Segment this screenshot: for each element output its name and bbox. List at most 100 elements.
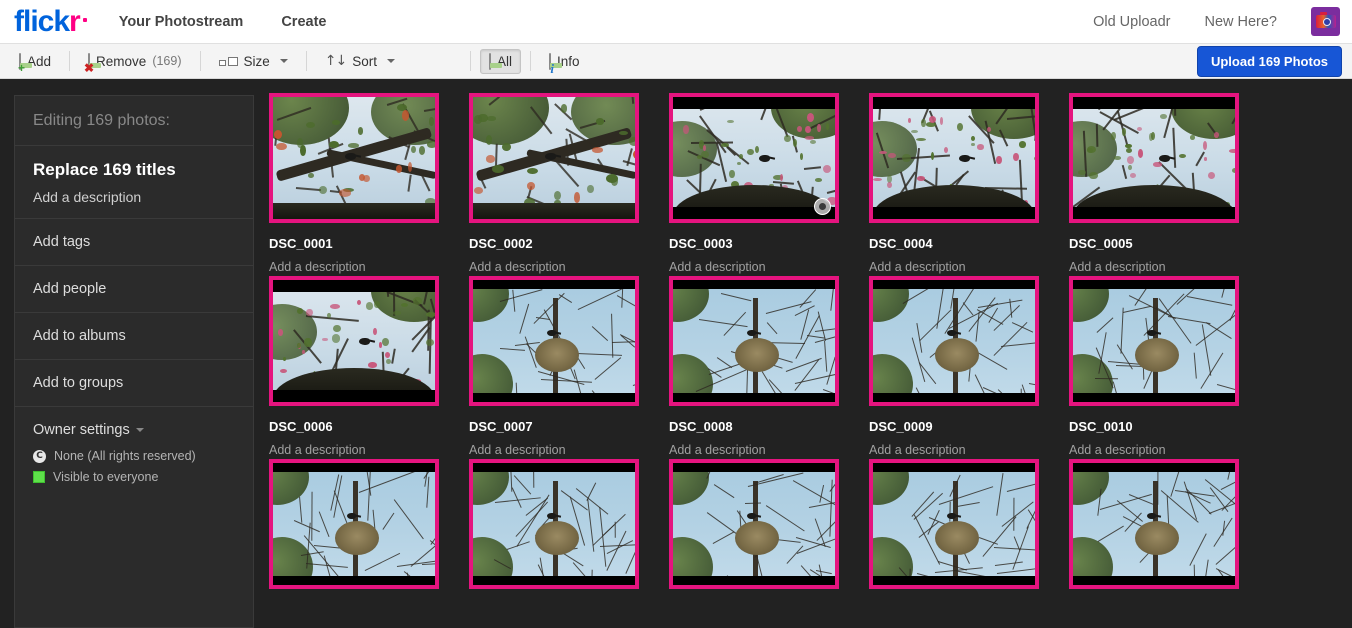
photo-title[interactable]: DSC_0005 [1069, 236, 1269, 251]
photo-thumbnail-wrapper [869, 274, 1069, 408]
add-button[interactable]: + Add [10, 49, 60, 74]
photo-grid-row [269, 457, 1352, 591]
photo-thumbnail[interactable] [669, 459, 839, 589]
photo-thumbnail[interactable] [669, 93, 839, 223]
photo-thumbnail-wrapper [469, 91, 669, 225]
camera-avatar-icon [1315, 12, 1336, 28]
owner-settings-toggle[interactable]: Owner settings [33, 422, 235, 438]
photo-description[interactable]: Add a description [269, 443, 469, 457]
toolbar-divider [69, 51, 71, 71]
sidebar-item-add-tags[interactable]: Add tags [15, 219, 253, 266]
flickr-logo[interactable]: flick r [14, 4, 87, 38]
sidebar-item-add-to-groups[interactable]: Add to groups [15, 360, 253, 407]
batch-edit-sidebar: Editing 169 photos: Replace 169 titles A… [14, 95, 254, 628]
sidebar-batch-group: Replace 169 titles Add a description [15, 146, 253, 219]
photo-title[interactable]: DSC_0009 [869, 419, 1069, 434]
remove-button[interactable]: ✖ Remove (169) [79, 49, 190, 74]
tab-info[interactable]: i Info [540, 49, 589, 75]
avatar[interactable] [1311, 7, 1340, 36]
nav-new-here[interactable]: New Here? [1204, 14, 1277, 30]
photo-thumbnail[interactable] [469, 93, 639, 223]
photo-thumbnail-wrapper [869, 457, 1069, 591]
logo-text-r: r [69, 4, 81, 38]
size-dropdown[interactable]: Size [210, 49, 297, 74]
photo-description[interactable]: Add a description [869, 443, 1069, 457]
chevron-down-icon [387, 59, 395, 63]
photo-thumbnail-wrapper [669, 274, 869, 408]
photo-title[interactable]: DSC_0002 [469, 236, 669, 251]
owner-visibility-label: Visible to everyone [53, 470, 159, 484]
photo-title[interactable]: DSC_0008 [669, 419, 869, 434]
nav-old-uploadr[interactable]: Old Uploadr [1093, 14, 1170, 30]
photo-thumbnail[interactable] [869, 93, 1039, 223]
photo-thumbnail-wrapper [869, 91, 1069, 225]
nav-create[interactable]: Create [281, 14, 326, 30]
photo-thumbnail-wrapper [1069, 274, 1269, 408]
photo-description[interactable]: Add a description [469, 443, 669, 457]
sidebar-item-add-people[interactable]: Add people [15, 266, 253, 313]
photo-grid-row: DSC_0001 Add a description DSC_0002 Add a d… [269, 91, 1352, 274]
photo-add-icon: + [18, 52, 25, 74]
photo-cell: DSC_0010 Add a description [1069, 274, 1269, 457]
chevron-down-icon [135, 428, 144, 432]
sidebar-add-description[interactable]: Add a description [33, 189, 235, 205]
photo-rotate-icon[interactable] [814, 198, 831, 215]
photo-thumbnail-wrapper [269, 457, 469, 591]
photo-thumbnail[interactable] [1069, 93, 1239, 223]
photo-title[interactable]: DSC_0001 [269, 236, 469, 251]
photo-thumbnail[interactable] [1069, 276, 1239, 406]
owner-settings-section: Owner settings C None (All rights reserv… [15, 407, 253, 503]
top-header: flick r Your Photostream Create Old Uploa… [0, 0, 1352, 44]
photo-thumbnail[interactable] [869, 459, 1039, 589]
toolbar-divider [530, 51, 532, 71]
size-rectangles-icon [218, 56, 238, 66]
photo-thumbnail-wrapper [469, 274, 669, 408]
photo-thumbnail-wrapper [669, 457, 869, 591]
photo-description[interactable]: Add a description [469, 260, 669, 274]
editor-toolbar: + Add ✖ Remove (169) Size ↑↓ Sort All i … [0, 44, 1352, 79]
workspace: Editing 169 photos: Replace 169 titles A… [0, 79, 1352, 628]
sidebar-item-add-to-albums[interactable]: Add to albums [15, 313, 253, 360]
photo-description[interactable]: Add a description [269, 260, 469, 274]
photo-thumbnail[interactable] [469, 276, 639, 406]
photo-thumbnail[interactable] [669, 276, 839, 406]
logo-dot-icon [82, 17, 87, 22]
sidebar-replace-titles[interactable]: Replace 169 titles [33, 160, 235, 180]
photo-title[interactable]: DSC_0006 [269, 419, 469, 434]
owner-visibility-row[interactable]: Visible to everyone [33, 470, 235, 484]
upload-photos-button[interactable]: Upload 169 Photos [1196, 45, 1342, 77]
copyright-icon: C [33, 449, 46, 463]
photo-cell [469, 457, 669, 591]
photo-thumbnail[interactable] [469, 459, 639, 589]
owner-settings-label: Owner settings [33, 422, 130, 438]
photo-info-icon: i [549, 52, 554, 75]
primary-nav: Your Photostream Create [119, 14, 327, 30]
tab-all[interactable]: All [480, 48, 522, 74]
photo-title[interactable]: DSC_0003 [669, 236, 869, 251]
photo-title[interactable]: DSC_0004 [869, 236, 1069, 251]
photo-thumbnail[interactable] [269, 93, 439, 223]
nav-your-photostream[interactable]: Your Photostream [119, 14, 244, 30]
photo-description[interactable]: Add a description [669, 260, 869, 274]
photo-cell: DSC_0003 Add a description [669, 91, 869, 274]
photo-description[interactable]: Add a description [669, 443, 869, 457]
photo-cell: DSC_0002 Add a description [469, 91, 669, 274]
photo-thumbnail[interactable] [869, 276, 1039, 406]
remove-count: (169) [152, 54, 182, 68]
photo-description[interactable]: Add a description [1069, 443, 1269, 457]
photo-thumbnail[interactable] [269, 276, 439, 406]
sidebar-heading: Editing 169 photos: [15, 96, 253, 146]
photo-thumbnail[interactable] [1069, 459, 1239, 589]
sort-dropdown[interactable]: ↑↓ Sort [316, 49, 404, 74]
secondary-nav: Old Uploadr New Here? [1093, 7, 1340, 36]
photo-description[interactable]: Add a description [1069, 260, 1269, 274]
owner-license-row[interactable]: C None (All rights reserved) [33, 449, 235, 463]
toolbar-divider [470, 51, 471, 71]
photo-title[interactable]: DSC_0007 [469, 419, 669, 434]
photo-title[interactable]: DSC_0010 [1069, 419, 1269, 434]
photo-grid-row: DSC_0006 Add a description DSC_0007 Add a d… [269, 274, 1352, 457]
photo-thumbnail[interactable] [269, 459, 439, 589]
toolbar-divider [305, 51, 307, 71]
photo-description[interactable]: Add a description [869, 260, 1069, 274]
remove-button-label: Remove [96, 53, 147, 69]
